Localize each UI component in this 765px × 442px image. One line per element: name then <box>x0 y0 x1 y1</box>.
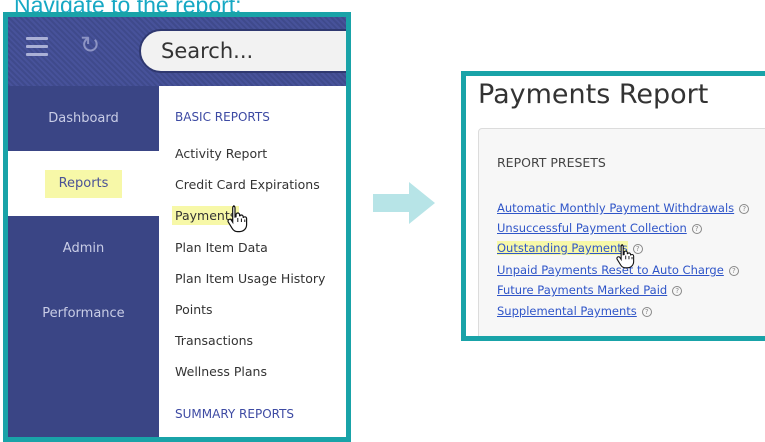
preset-link-label: Supplemental Payments <box>497 304 637 318</box>
report-presets-card: REPORT PRESETS Automatic Monthly Payment… <box>478 128 765 336</box>
search-input[interactable]: Search... <box>139 29 346 73</box>
sidebar-item-label: Admin <box>62 241 105 256</box>
preset-link-label: Automatic Monthly Payment Withdrawals <box>497 201 735 215</box>
sidebar-item-label: Reports <box>44 170 123 198</box>
page-title: Payments Report <box>478 79 709 110</box>
menu-item-plan-item-data[interactable]: Plan Item Data <box>175 240 268 255</box>
payments-report-screenshot: Payments Report REPORT PRESETS Automatic… <box>461 71 765 341</box>
preset-automatic-monthly-payment-withdrawals[interactable]: Automatic Monthly Payment Withdrawals? <box>497 201 750 215</box>
basic-reports-heading: BASIC REPORTS <box>175 110 270 124</box>
hamburger-icon[interactable] <box>26 37 48 59</box>
preset-future-payments-marked-paid[interactable]: Future Payments Marked Paid? <box>497 283 683 297</box>
preset-link-label: Future Payments Marked Paid <box>497 283 668 297</box>
preset-supplemental-payments[interactable]: Supplemental Payments? <box>497 304 652 318</box>
report-presets-heading: REPORT PRESETS <box>497 155 606 170</box>
menu-item-wellness-plans[interactable]: Wellness Plans <box>175 364 267 379</box>
sidebar: Dashboard Reports Admin Performance <box>8 86 159 437</box>
preset-link-label: Unsuccessful Payment Collection <box>497 221 687 235</box>
sidebar-item-performance[interactable]: Performance <box>8 281 159 346</box>
help-icon[interactable]: ? <box>728 265 739 276</box>
hand-pointer-icon <box>227 205 248 233</box>
sidebar-item-label: Dashboard <box>48 111 119 126</box>
help-icon[interactable]: ? <box>641 306 652 317</box>
right-arrow-icon <box>373 182 435 224</box>
menu-item-activity-report[interactable]: Activity Report <box>175 146 267 161</box>
preset-link-label: Unpaid Payments Reset to Auto Charge <box>497 263 724 277</box>
preset-link-label: Outstanding Payments <box>497 241 628 255</box>
sidebar-item-dashboard[interactable]: Dashboard <box>8 86 159 151</box>
navigation-screenshot: ↻ Search... Dashboard Reports Admin Perf… <box>3 12 351 442</box>
top-bar: ↻ Search... <box>8 17 346 86</box>
sidebar-item-label: Performance <box>42 306 125 321</box>
summary-reports-heading: SUMMARY REPORTS <box>175 407 295 421</box>
reports-menu: BASIC REPORTS Activity Report Credit Car… <box>159 86 346 437</box>
menu-item-points[interactable]: Points <box>175 302 213 317</box>
menu-item-plan-item-usage-history[interactable]: Plan Item Usage History <box>175 271 325 286</box>
sidebar-item-admin[interactable]: Admin <box>8 216 159 281</box>
help-icon[interactable]: ? <box>672 285 683 296</box>
preset-unsuccessful-payment-collection[interactable]: Unsuccessful Payment Collection? <box>497 221 702 235</box>
hand-pointer-icon <box>616 244 635 269</box>
menu-item-credit-card-expirations[interactable]: Credit Card Expirations <box>175 177 320 192</box>
help-icon[interactable]: ? <box>691 223 702 234</box>
menu-item-transactions[interactable]: Transactions <box>175 333 253 348</box>
sidebar-item-reports[interactable]: Reports <box>8 151 159 216</box>
help-icon[interactable]: ? <box>739 203 750 214</box>
refresh-icon[interactable]: ↻ <box>80 34 100 58</box>
